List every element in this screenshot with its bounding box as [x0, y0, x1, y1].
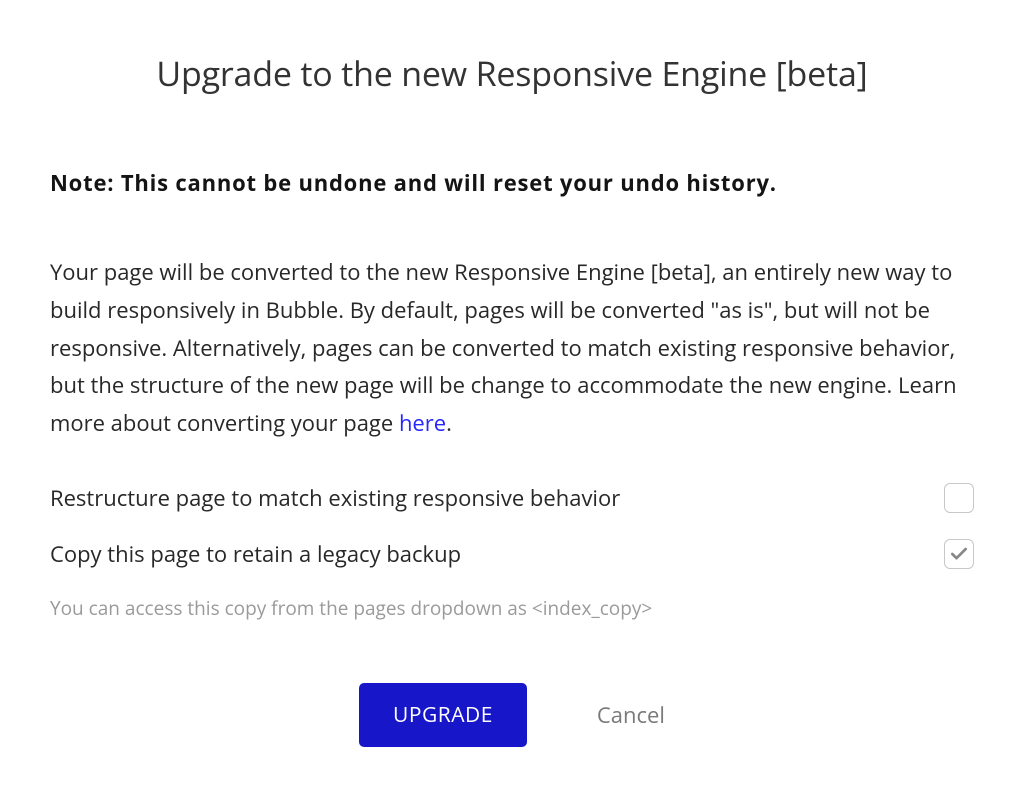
description-post: . [446, 408, 452, 438]
option-restructure: Restructure page to match existing respo… [50, 483, 974, 513]
description-text: Your page will be converted to the new R… [50, 254, 974, 443]
option-backup: Copy this page to retain a legacy backup… [50, 539, 974, 621]
learn-more-link[interactable]: here [399, 408, 446, 438]
option-backup-label: Copy this page to retain a legacy backup [50, 539, 461, 569]
warning-note: Note: This cannot be undone and will res… [50, 168, 974, 198]
dialog-actions: UPGRADE Cancel [50, 683, 974, 747]
upgrade-dialog: Upgrade to the new Responsive Engine [be… [50, 50, 974, 747]
cancel-button[interactable]: Cancel [597, 700, 665, 730]
upgrade-button[interactable]: UPGRADE [359, 683, 527, 747]
option-backup-row: Copy this page to retain a legacy backup [50, 539, 974, 569]
check-icon [949, 544, 969, 564]
option-restructure-label: Restructure page to match existing respo… [50, 483, 620, 513]
dialog-title: Upgrade to the new Responsive Engine [be… [50, 50, 974, 96]
option-backup-hint: You can access this copy from the pages … [50, 595, 974, 621]
description-pre: Your page will be converted to the new R… [50, 257, 957, 438]
option-restructure-checkbox[interactable] [944, 483, 974, 513]
option-backup-checkbox[interactable] [944, 539, 974, 569]
